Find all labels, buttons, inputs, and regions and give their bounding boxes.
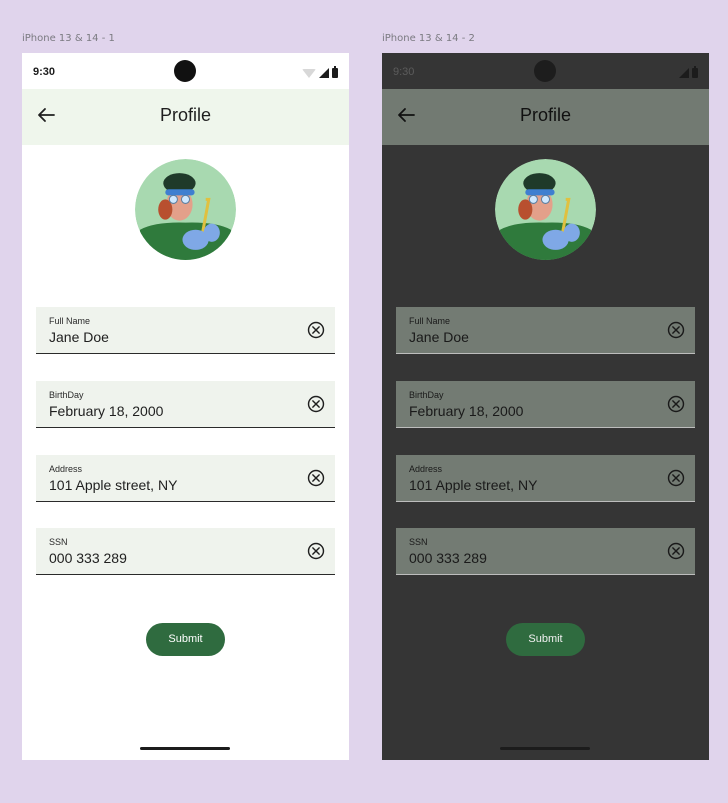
address-value[interactable]: 101 Apple street, NY bbox=[409, 477, 537, 493]
home-indicator[interactable] bbox=[500, 747, 590, 750]
birthday-value[interactable]: February 18, 2000 bbox=[409, 403, 523, 419]
full-name-field[interactable]: Full Name Jane Doe bbox=[36, 307, 335, 354]
page-title: Profile bbox=[519, 105, 572, 125]
home-indicator[interactable] bbox=[140, 747, 230, 750]
full-name-label: Full Name bbox=[49, 316, 91, 326]
clear-icon[interactable] bbox=[307, 321, 325, 339]
birthday-value[interactable]: February 18, 2000 bbox=[49, 403, 163, 419]
signal-icon bbox=[679, 68, 689, 78]
address-label: Address bbox=[409, 464, 443, 474]
status-time: 9:30 bbox=[393, 66, 415, 78]
full-name-field[interactable]: Full Name Jane Doe bbox=[396, 307, 695, 354]
phone-frame-dark: 9:30 Profile Full Name Jane Doe BirthDay… bbox=[382, 53, 709, 760]
signal-icon bbox=[319, 68, 329, 78]
app-bar: Profile bbox=[382, 89, 709, 145]
birthday-label: BirthDay bbox=[49, 390, 84, 400]
profile-avatar bbox=[495, 159, 596, 260]
clear-icon[interactable] bbox=[307, 395, 325, 413]
address-value[interactable]: 101 Apple street, NY bbox=[49, 477, 177, 493]
birthday-field[interactable]: BirthDay February 18, 2000 bbox=[36, 381, 335, 428]
app-bar: Profile bbox=[22, 89, 349, 145]
wifi-icon bbox=[302, 69, 316, 78]
submit-button[interactable]: Submit bbox=[506, 623, 585, 656]
phone-frame-light: 9:30 Profile Full Name Jane Doe BirthDay… bbox=[22, 53, 349, 760]
frame-label: iPhone 13 & 14 - 1 bbox=[22, 33, 115, 44]
front-camera bbox=[174, 60, 196, 82]
ssn-field[interactable]: SSN 000 333 289 bbox=[396, 528, 695, 575]
ssn-value[interactable]: 000 333 289 bbox=[49, 550, 127, 566]
ssn-value[interactable]: 000 333 289 bbox=[409, 550, 487, 566]
battery-icon bbox=[332, 66, 338, 78]
clear-icon[interactable] bbox=[667, 395, 685, 413]
ssn-label: SSN bbox=[409, 537, 428, 547]
address-label: Address bbox=[49, 464, 83, 474]
full-name-label: Full Name bbox=[409, 316, 451, 326]
front-camera bbox=[534, 60, 556, 82]
profile-avatar bbox=[135, 159, 236, 260]
frame-label: iPhone 13 & 14 - 2 bbox=[382, 33, 475, 44]
address-field[interactable]: Address 101 Apple street, NY bbox=[36, 455, 335, 502]
page-title: Profile bbox=[159, 105, 212, 125]
clear-icon[interactable] bbox=[667, 469, 685, 487]
ssn-label: SSN bbox=[49, 537, 68, 547]
clear-icon[interactable] bbox=[667, 321, 685, 339]
status-time: 9:30 bbox=[33, 66, 56, 78]
full-name-value[interactable]: Jane Doe bbox=[409, 329, 469, 345]
clear-icon[interactable] bbox=[307, 469, 325, 487]
battery-icon bbox=[692, 66, 698, 78]
birthday-field[interactable]: BirthDay February 18, 2000 bbox=[396, 381, 695, 428]
status-bar: 9:30 bbox=[22, 53, 349, 89]
clear-icon[interactable] bbox=[307, 542, 325, 560]
address-field[interactable]: Address 101 Apple street, NY bbox=[396, 455, 695, 502]
status-icons bbox=[302, 66, 338, 78]
submit-button[interactable]: Submit bbox=[146, 623, 225, 656]
ssn-field[interactable]: SSN 000 333 289 bbox=[36, 528, 335, 575]
full-name-value[interactable]: Jane Doe bbox=[49, 329, 109, 345]
clear-icon[interactable] bbox=[667, 542, 685, 560]
birthday-label: BirthDay bbox=[409, 390, 444, 400]
status-bar: 9:30 bbox=[382, 53, 709, 89]
status-icons bbox=[679, 66, 698, 78]
